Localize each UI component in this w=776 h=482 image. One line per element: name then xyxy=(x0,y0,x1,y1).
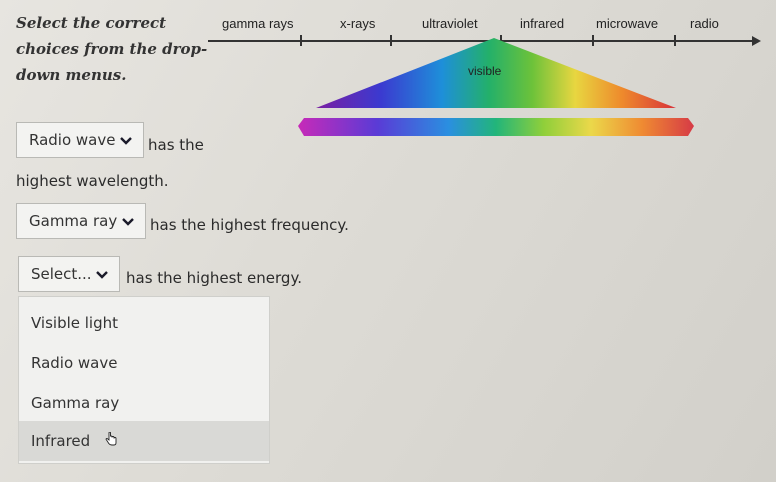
option-radio-wave[interactable]: Radio wave xyxy=(19,343,269,383)
question3-text: has the highest energy. xyxy=(126,269,302,287)
energy-dropdown-value: Select... xyxy=(31,265,92,283)
wavelength-dropdown[interactable]: Radio wave xyxy=(16,122,144,158)
wavelength-dropdown-value: Radio wave xyxy=(29,131,116,149)
frequency-dropdown-value: Gamma ray xyxy=(29,212,118,230)
chevron-down-icon xyxy=(96,271,108,279)
visible-light-band xyxy=(298,118,694,136)
electromagnetic-spectrum-diagram: gamma rays x-rays ultraviolet infrared m… xyxy=(200,8,761,148)
option-visible-light[interactable]: Visible light xyxy=(19,303,269,343)
frequency-dropdown[interactable]: Gamma ray xyxy=(16,203,146,239)
option-gamma-ray[interactable]: Gamma ray xyxy=(19,383,269,423)
hand-pointer-icon xyxy=(105,432,117,446)
energy-dropdown[interactable]: Select... xyxy=(18,256,120,292)
energy-dropdown-menu: Visible light Radio wave Gamma ray Infra… xyxy=(18,296,270,464)
question1-text-a: has the xyxy=(148,136,204,154)
chevron-down-icon xyxy=(122,218,134,226)
option-infrared[interactable]: Infrared xyxy=(19,421,269,461)
visible-label: visible xyxy=(468,64,502,78)
visible-spectrum-graphic xyxy=(298,38,694,136)
question2-text: has the highest frequency. xyxy=(150,216,349,234)
chevron-down-icon xyxy=(120,137,132,145)
question1-text-b: highest wavelength. xyxy=(16,172,169,190)
instructions-text: Select the correct choices from the drop… xyxy=(16,14,208,84)
